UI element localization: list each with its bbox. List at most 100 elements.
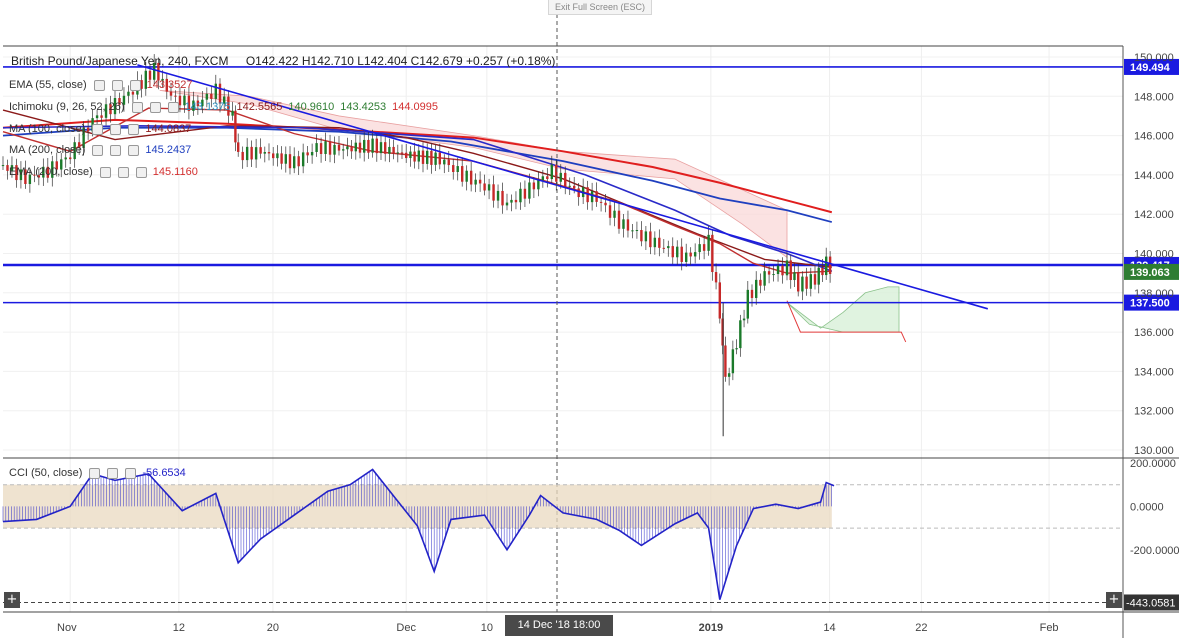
candle-body [519,188,522,203]
close-icon[interactable] [128,144,140,156]
candle-body [400,152,404,154]
close-icon[interactable] [135,166,147,178]
eye-icon[interactable] [131,101,143,113]
candle-body [797,272,800,292]
candle-body [693,252,697,257]
settings-icon[interactable] [110,144,122,156]
ema200-value: 145.1160 [152,166,198,178]
candle-body [319,143,323,155]
price-tick-label: 140.000 [1134,249,1174,261]
candle-body [528,182,531,199]
cci-value: -56.6534 [142,467,186,479]
legend-ema200[interactable]: EMA (200, close) 145.1160 [9,166,198,178]
candle-body [635,229,639,231]
candle-body [210,93,213,99]
exit-fullscreen-button[interactable]: Exit Full Screen (ESC) [548,0,652,15]
cci-tick-label: 0.0000 [1130,501,1164,513]
candle-body [577,188,580,198]
legend-cci[interactable]: CCI (50, close) -56.6534 [9,467,186,479]
candle-body [1,165,5,167]
time-tick-label: 22 [915,622,927,634]
candle-body [354,142,357,152]
candle-body [461,166,464,182]
candle-body [640,229,643,242]
candle-body [750,289,754,298]
candle-body [680,246,683,262]
candle-body [735,348,738,350]
legend-ma100[interactable]: MA (100, close) 144.0837 [9,123,191,135]
candle-body [649,231,652,248]
eye-icon[interactable] [92,123,104,135]
add-crosshair-right-button[interactable]: + [1106,592,1122,608]
candle-body [644,231,648,242]
candle-body [324,141,327,155]
candle-body [69,157,72,160]
eye-icon[interactable] [89,467,101,479]
candle-body [371,138,374,153]
time-tick-label: 20 [267,622,279,634]
candle-body [443,159,446,165]
price-tick-label: 142.000 [1134,209,1174,221]
candle-body [284,154,287,164]
settings-icon[interactable] [149,101,161,113]
candle-body [711,234,714,273]
candle-body [667,246,670,249]
settings-icon[interactable] [107,467,119,479]
candle-body [813,274,817,285]
candle-body [272,153,275,159]
candle-body [789,260,792,281]
candle-body [301,152,305,167]
legend-ichimoku[interactable]: Ichimoku (9, 26, 52, 26) 143.1375 142.55… [9,101,438,113]
candle-body [698,244,701,253]
candle-body [413,151,416,162]
add-crosshair-left-button[interactable]: + [4,592,20,608]
price-tick-label: 132.000 [1134,406,1174,418]
last-price-label: 139.063 [1130,267,1170,279]
ichimoku-base: 142.5565 [236,101,283,113]
eye-icon[interactable] [92,144,104,156]
chart-canvas[interactable]: 149.494139.417137.500139.063150.000148.0… [0,0,1179,638]
close-icon[interactable] [129,79,141,91]
candle-body [174,95,177,97]
candle-body [662,247,665,249]
time-tick-label: 12 [173,622,185,634]
eye-icon[interactable] [99,166,111,178]
candle-body [367,139,370,153]
ichimoku-conversion: 143.1375 [184,101,231,113]
candle-body [671,246,674,258]
symbol-title[interactable]: British Pound/Japanese Yen, 240, FXCM [11,54,228,68]
candle-body [452,165,455,173]
ema55-value: 143.3527 [146,79,193,91]
candle-body [315,143,318,152]
legend-ma200[interactable]: MA (200, close) 145.2437 [9,144,191,156]
candle-body [608,205,612,218]
cci-tick-label: 200.0000 [1130,458,1176,470]
candle-body [496,190,500,201]
candle-body [755,279,758,298]
candle-body [384,142,387,154]
candle-body [767,271,771,275]
candle-body [828,256,832,274]
candle-body [405,152,408,159]
cloud-bullish [786,286,900,333]
candle-body [731,349,735,374]
candle-body [707,234,710,251]
ichimoku-lead-a: 143.4253 [340,101,387,113]
candle-body [234,110,237,143]
settings-icon[interactable] [111,79,123,91]
legend-ema55[interactable]: EMA (55, close) 143.3527 [9,79,193,91]
candle-body [430,150,433,165]
close-icon[interactable] [128,123,140,135]
ma100-value: 144.0837 [145,123,192,135]
candle-body [342,149,345,151]
close-icon[interactable] [167,101,179,113]
close-icon[interactable] [125,467,137,479]
candle-body [546,176,549,180]
settings-icon[interactable] [110,123,122,135]
eye-icon[interactable] [93,79,105,91]
settings-icon[interactable] [117,166,129,178]
candle-body [267,152,271,154]
candle-body [653,237,657,248]
candle-body [739,320,742,349]
price-tick-label: 130.000 [1134,445,1174,457]
